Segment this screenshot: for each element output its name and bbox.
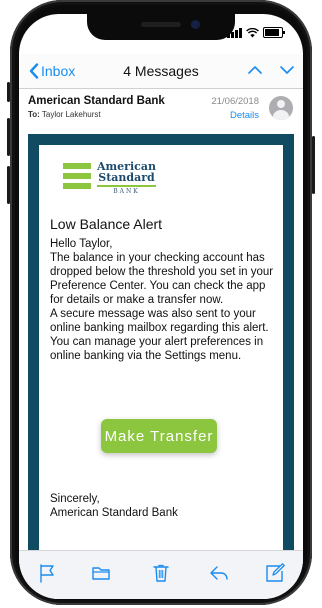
email-card: American Standard BANK Low Balance Alert… bbox=[39, 145, 283, 554]
email-body: Hello Taylor, The balance in your checki… bbox=[50, 237, 276, 363]
signoff: Sincerely, American Standard Bank bbox=[50, 492, 178, 520]
sender-name: American Standard Bank bbox=[28, 95, 165, 107]
bottom-toolbar bbox=[19, 550, 303, 599]
speaker bbox=[141, 22, 181, 27]
notch bbox=[87, 14, 235, 40]
signoff-line: Sincerely, bbox=[50, 493, 100, 505]
message-date: 21/06/2018 bbox=[211, 96, 259, 107]
recipient-name: Taylor Lakehurst bbox=[41, 110, 101, 119]
logo-bars bbox=[63, 163, 91, 195]
avatar[interactable] bbox=[269, 96, 293, 120]
logo-rule bbox=[97, 185, 156, 187]
reply-icon[interactable] bbox=[209, 563, 229, 583]
logo-word-2: Standard bbox=[98, 171, 155, 184]
email-frame: American Standard BANK Low Balance Alert… bbox=[28, 134, 294, 554]
message-header: American Standard Bank To: Taylor Lakehu… bbox=[19, 89, 303, 133]
status-bar bbox=[227, 26, 285, 38]
wifi-icon bbox=[246, 28, 259, 38]
logo-wordmark: American Standard BANK bbox=[97, 161, 156, 195]
phone-screen: Inbox 4 Messages American Standard Bank … bbox=[19, 14, 303, 599]
folder-icon[interactable] bbox=[91, 563, 111, 583]
battery-icon bbox=[263, 27, 285, 38]
body-paragraph-2: A secure message was also sent to your o… bbox=[50, 308, 269, 362]
volume-down-button bbox=[7, 166, 10, 204]
silent-switch bbox=[7, 82, 10, 102]
compose-icon[interactable] bbox=[265, 563, 285, 583]
greeting: Hello Taylor, bbox=[50, 238, 113, 250]
camera bbox=[191, 20, 200, 29]
power-button bbox=[312, 136, 315, 194]
signature: American Standard Bank bbox=[50, 507, 178, 519]
logo-word-3: BANK bbox=[113, 188, 140, 195]
volume-up-button bbox=[7, 118, 10, 156]
to-prefix: To: bbox=[28, 110, 40, 119]
message-nav-arrows bbox=[247, 62, 295, 78]
body-paragraph-1: The balance in your checking account has… bbox=[50, 252, 274, 306]
nav-bar: Inbox 4 Messages bbox=[19, 54, 303, 89]
make-transfer-button[interactable]: Make Transfer bbox=[101, 419, 217, 453]
email-title: Low Balance Alert bbox=[50, 216, 163, 232]
bank-logo: American Standard BANK bbox=[63, 161, 156, 195]
flag-icon[interactable] bbox=[37, 563, 57, 583]
trash-icon[interactable] bbox=[151, 563, 171, 583]
recipient-line: To: Taylor Lakehurst bbox=[28, 110, 101, 119]
details-link[interactable]: Details bbox=[230, 110, 259, 121]
chevron-up-icon[interactable] bbox=[247, 62, 263, 78]
chevron-down-icon[interactable] bbox=[279, 62, 295, 78]
